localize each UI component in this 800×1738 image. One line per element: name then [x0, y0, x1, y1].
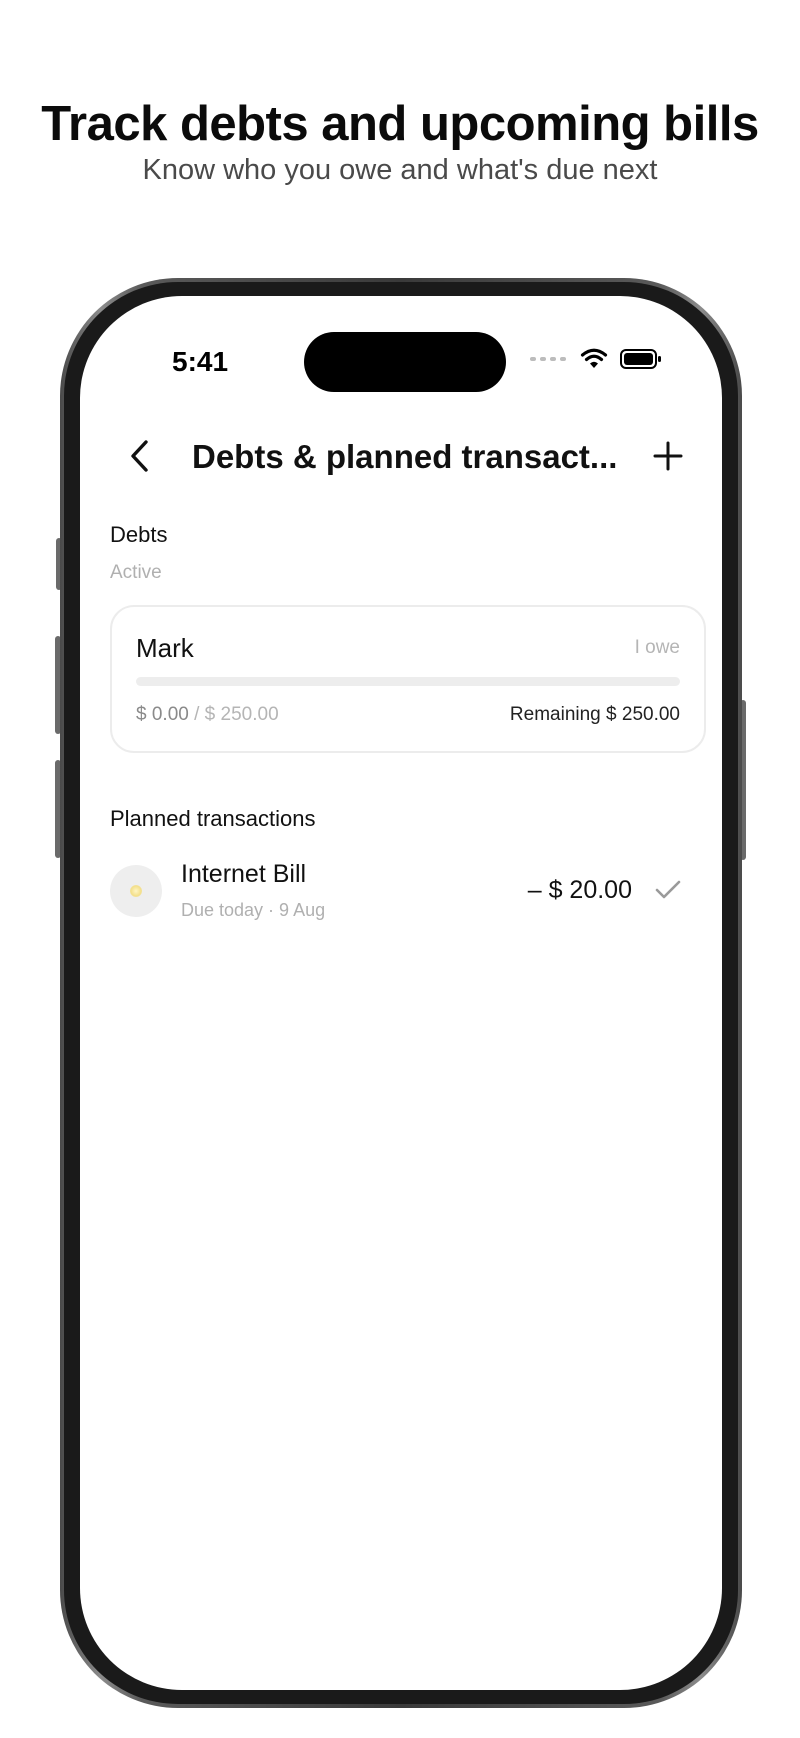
debt-total-value: $ 250.00	[204, 704, 279, 725]
status-icons	[530, 348, 662, 370]
debt-remaining-value: Remaining $ 250.00	[509, 704, 680, 725]
chevron-left-icon	[131, 440, 148, 472]
promo-title: Track debts and upcoming bills	[41, 97, 759, 151]
battery-icon	[620, 349, 661, 369]
status-time: 5:41	[172, 346, 229, 377]
phone-screen: 5:41 Debts & planned transact... Debts A…	[80, 296, 722, 1690]
lightbulb-icon	[110, 865, 162, 917]
plus-icon	[653, 441, 683, 471]
debts-filter-label: Active	[110, 562, 162, 583]
planned-section-title: Planned transactions	[110, 806, 316, 831]
debt-paid-amounts: $ 0.00 / $ 250.00	[136, 704, 279, 725]
transaction-due-date: Due today · 9 Aug	[181, 900, 326, 920]
debt-person-name: Mark	[136, 633, 194, 663]
debt-paid-value: $ 0.00	[136, 704, 189, 725]
nav-bar: Debts & planned transact...	[80, 426, 722, 486]
wifi-icon	[580, 348, 608, 368]
debt-progress-bar	[136, 677, 680, 686]
add-button[interactable]	[644, 432, 692, 480]
promo-subtitle: Know who you owe and what's due next	[142, 154, 658, 186]
page-title: Debts & planned transact...	[192, 438, 618, 475]
mark-paid-button[interactable]	[652, 874, 684, 906]
transaction-amount: – $ 20.00	[527, 876, 632, 904]
transaction-name: Internet Bill	[181, 860, 307, 888]
phone-frame: 5:41 Debts & planned transact... Debts A…	[60, 278, 742, 1708]
phone-bezel: 5:41 Debts & planned transact... Debts A…	[64, 282, 738, 1704]
debts-section-title: Debts	[110, 522, 168, 547]
checkmark-icon	[655, 880, 681, 899]
debt-card[interactable]: Mark I owe $ 0.00 / $ 250.00 Remaining $…	[110, 605, 706, 753]
dynamic-island	[304, 332, 506, 392]
debt-type-label: I owe	[634, 637, 680, 658]
planned-transaction-row[interactable]: Internet Bill Due today · 9 Aug – $ 20.0…	[110, 856, 706, 936]
back-button[interactable]	[116, 432, 164, 480]
cellular-signal-icon	[530, 357, 566, 361]
